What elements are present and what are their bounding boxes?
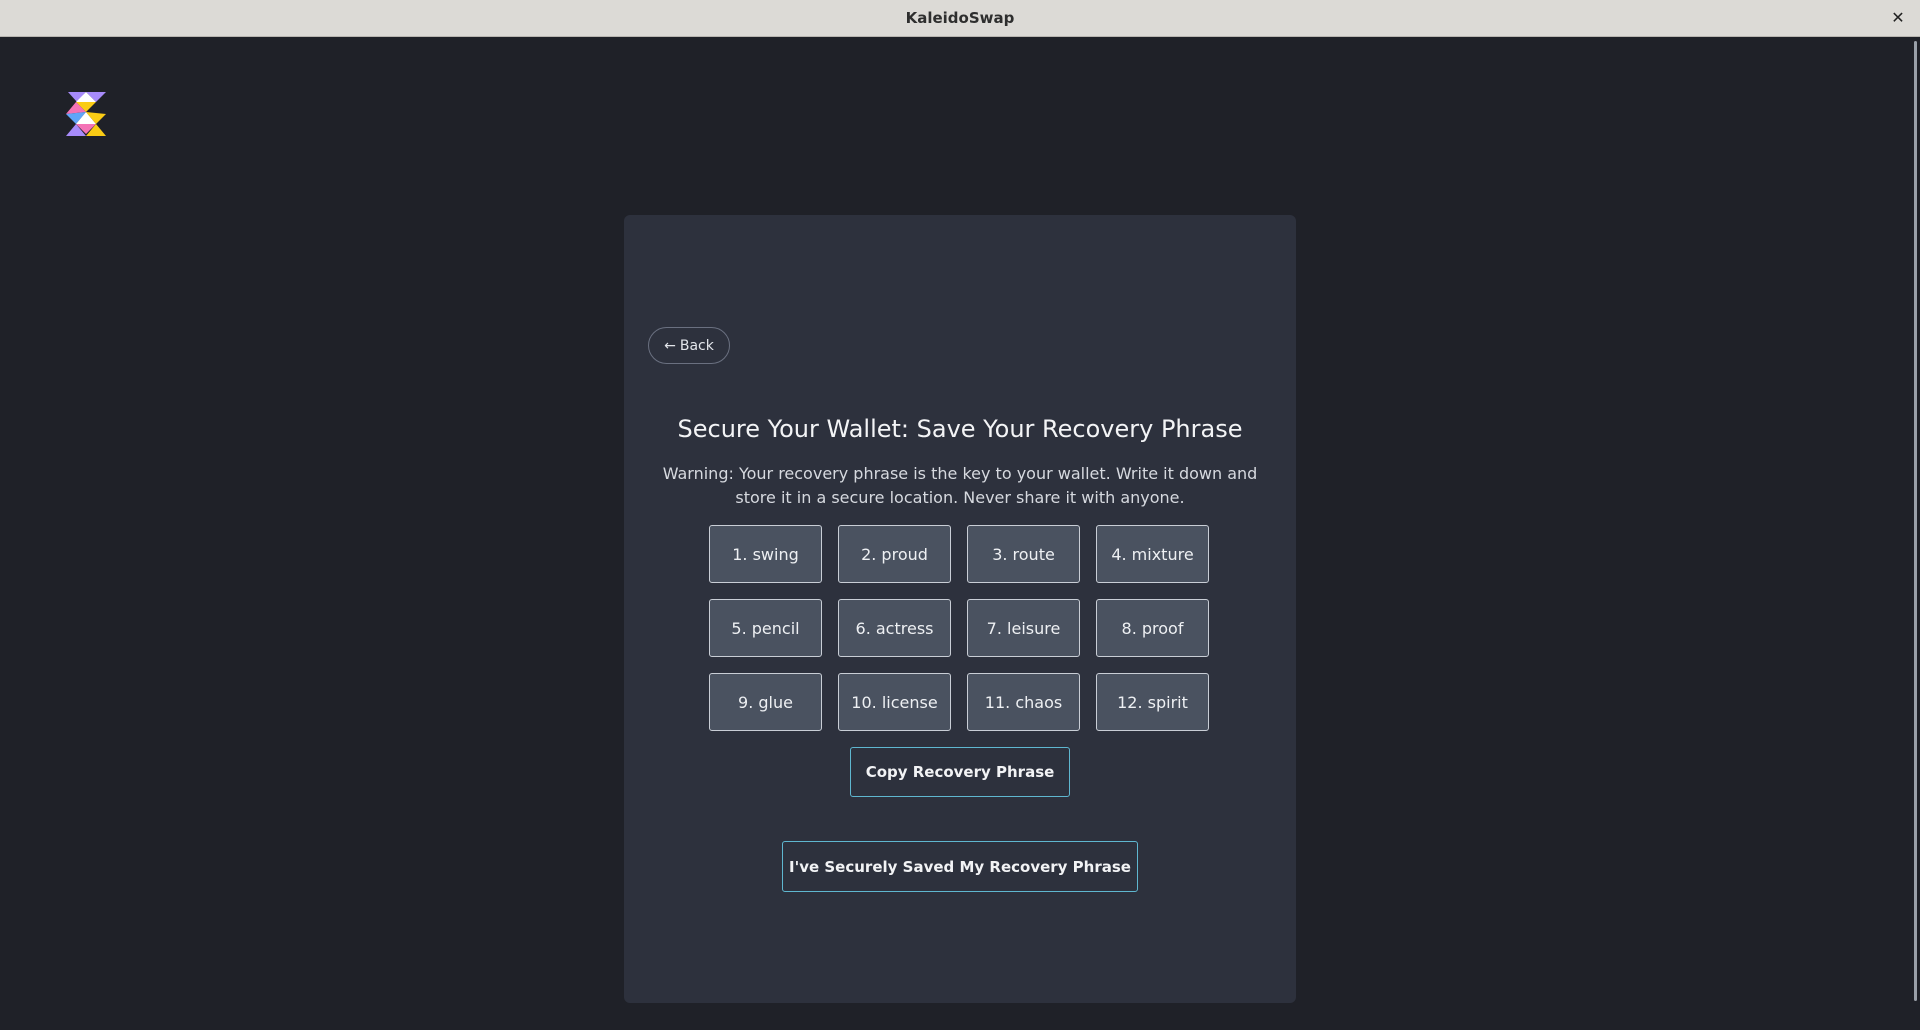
warning-text: Warning: Your recovery phrase is the key…: [662, 464, 1258, 507]
recovery-words-grid: 1. swing 2. proud 3. route 4. mixture 5.…: [709, 525, 1211, 731]
back-button[interactable]: ← Back: [648, 327, 730, 364]
copy-recovery-phrase-button[interactable]: Copy Recovery Phrase: [850, 747, 1070, 797]
page-title: Secure Your Wallet: Save Your Recovery P…: [677, 415, 1243, 443]
recovery-word: 8. proof: [1096, 599, 1209, 657]
recovery-word: 3. route: [967, 525, 1080, 583]
recovery-word: 9. glue: [709, 673, 822, 731]
close-icon[interactable]: ✕: [1888, 8, 1908, 28]
recovery-word: 2. proud: [838, 525, 951, 583]
recovery-word: 1. swing: [709, 525, 822, 583]
scrollbar-thumb[interactable]: [1914, 41, 1917, 1001]
logo-icon: [66, 92, 106, 136]
window-title: KaleidoSwap: [905, 9, 1015, 27]
recovery-word: 10. license: [838, 673, 951, 731]
recovery-word: 11. chaos: [967, 673, 1080, 731]
back-button-label: Back: [679, 337, 714, 354]
scrollbar[interactable]: [1911, 37, 1920, 1030]
recovery-phrase-card: ← Back Secure Your Wallet: Save Your Rec…: [624, 215, 1296, 1003]
window-titlebar: KaleidoSwap ✕: [0, 0, 1920, 37]
recovery-word: 12. spirit: [1096, 673, 1209, 731]
recovery-word: 5. pencil: [709, 599, 822, 657]
kaleidoswap-logo: [62, 90, 110, 138]
recovery-word: 4. mixture: [1096, 525, 1209, 583]
arrow-left-icon: ←: [664, 337, 676, 354]
recovery-word: 6. actress: [838, 599, 951, 657]
recovery-word: 7. leisure: [967, 599, 1080, 657]
confirm-saved-button[interactable]: I've Securely Saved My Recovery Phrase: [782, 841, 1138, 892]
